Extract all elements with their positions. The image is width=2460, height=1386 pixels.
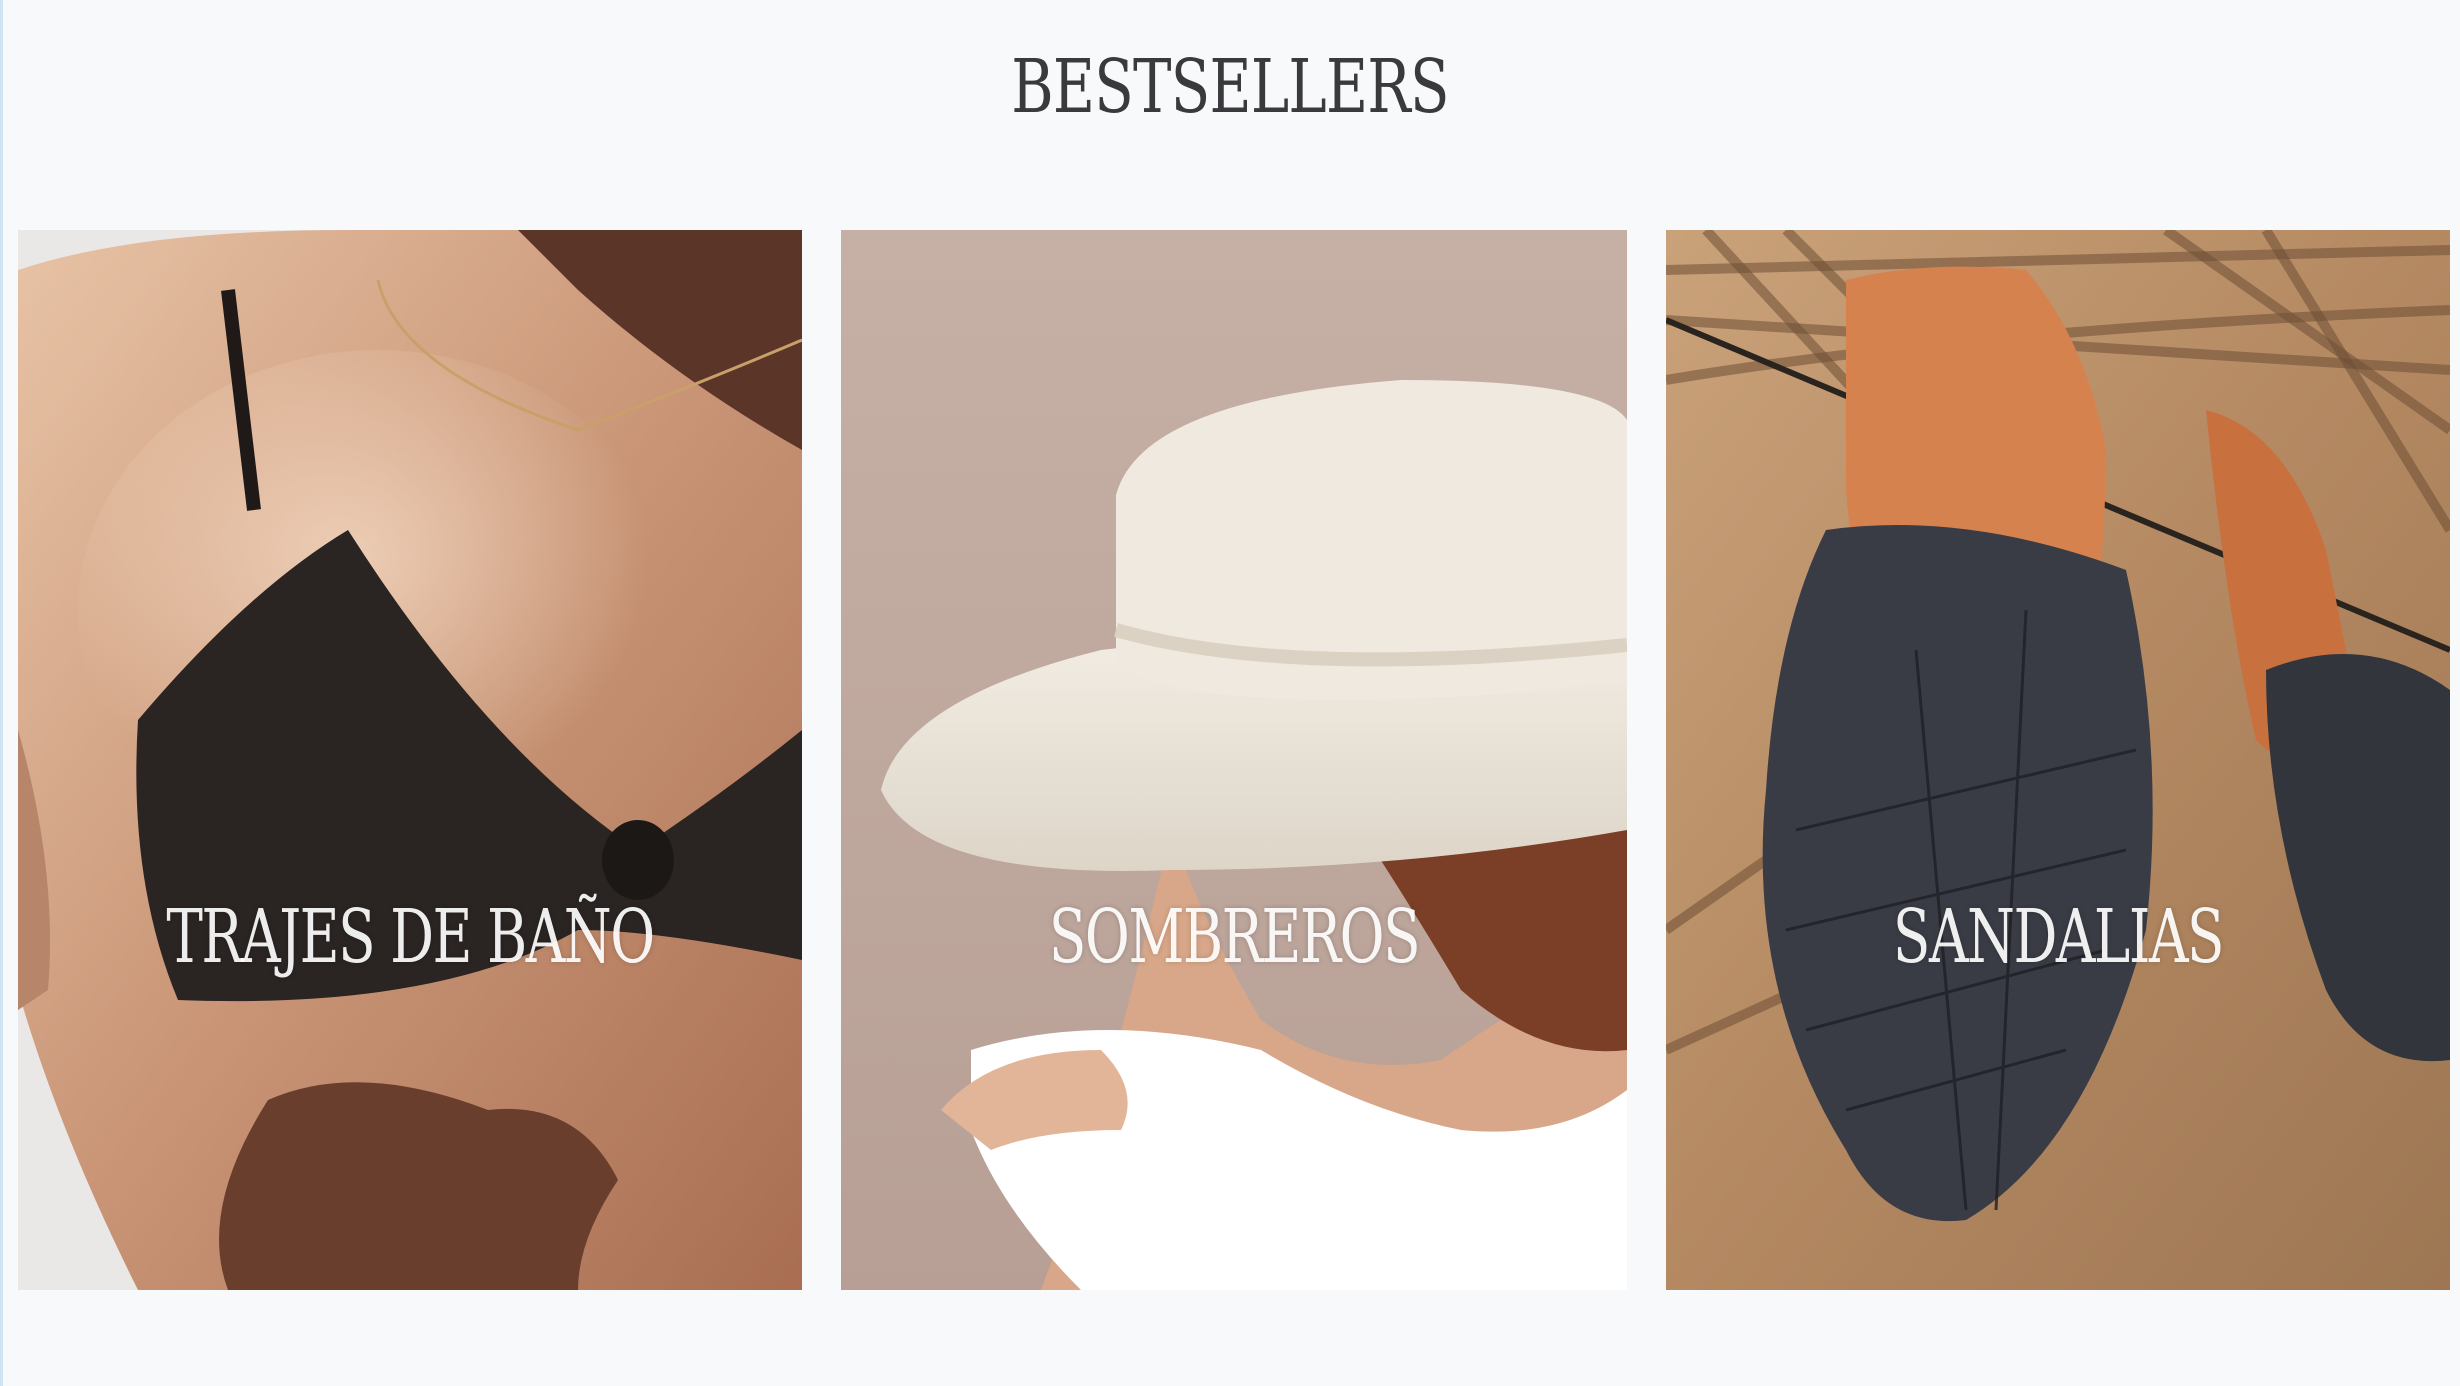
category-label: SANDALIAS xyxy=(1892,894,2225,980)
category-label: TRAJES DE BAÑO xyxy=(166,894,655,980)
page-left-border xyxy=(0,0,3,1386)
bestsellers-title: BESTSELLERS xyxy=(1011,44,1449,130)
category-card-swimsuits[interactable]: TRAJES DE BAÑO xyxy=(18,230,802,1290)
sandals-photo xyxy=(1666,230,2450,1290)
category-card-sandals[interactable]: SANDALIAS xyxy=(1666,230,2450,1290)
hat-photo xyxy=(841,230,1627,1290)
category-card-hats[interactable]: SOMBREROS xyxy=(841,230,1627,1290)
swimsuit-photo xyxy=(18,230,802,1290)
category-label: SOMBREROS xyxy=(1048,894,1421,980)
